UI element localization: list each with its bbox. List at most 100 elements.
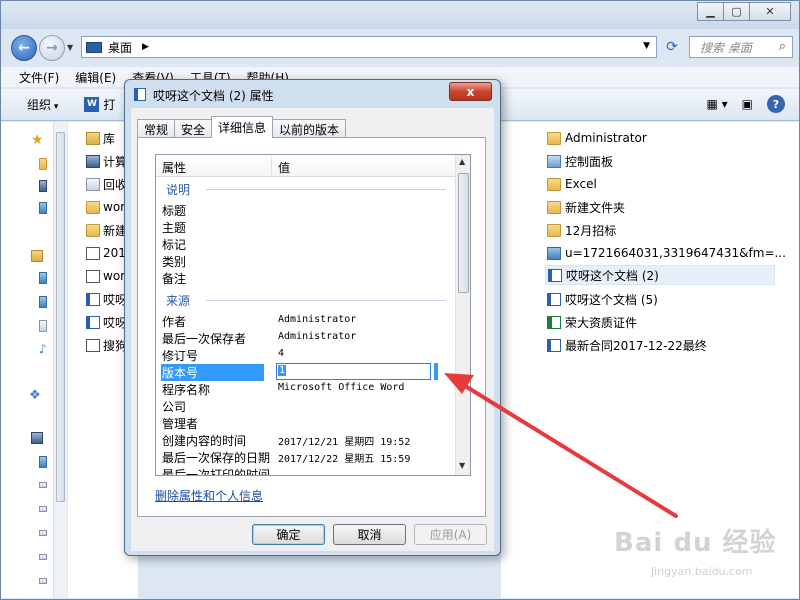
list-item[interactable]: Administrator <box>547 128 647 148</box>
property-row[interactable]: 类别 <box>156 252 455 269</box>
tab-details[interactable]: 详细信息 <box>211 116 274 138</box>
picture-icon[interactable] <box>39 296 47 308</box>
drive-icon[interactable] <box>39 506 47 512</box>
desktop-icon <box>86 41 102 53</box>
cloud-icon[interactable] <box>39 202 47 214</box>
computer-icon[interactable] <box>31 432 43 444</box>
ok-button[interactable]: 确定 <box>252 524 325 545</box>
list-item[interactable]: u=1721664031,3319647431&fm=... <box>547 243 786 263</box>
maximize-button[interactable]: ▢ <box>723 2 750 21</box>
apply-button[interactable]: 应用(A) <box>414 524 487 545</box>
address-dropdown-icon[interactable]: ▼ <box>643 41 650 51</box>
drive-icon[interactable] <box>39 530 47 536</box>
group-origin: 来源 <box>166 292 446 308</box>
drive-icon[interactable] <box>39 554 47 560</box>
version-number-input[interactable]: 1 <box>276 363 431 380</box>
control-panel-icon <box>547 154 561 168</box>
property-row[interactable]: 标记 <box>156 235 455 252</box>
remove-properties-link[interactable]: 删除属性和个人信息 <box>155 487 263 504</box>
open-button[interactable]: 打 <box>103 96 115 113</box>
property-row[interactable]: 程序名称 Microsoft Office Word <box>156 380 455 397</box>
list-item[interactable]: 哎呀这个文档 (5) <box>547 289 658 309</box>
favorites-star-icon[interactable]: ★ <box>31 132 44 148</box>
property-row[interactable]: 最后一次打印的时间 <box>156 465 455 475</box>
column-header-property[interactable]: 属性 <box>162 159 186 176</box>
navigation-pane: ★ ♪ ❖ <box>1 122 67 598</box>
list-item[interactable]: 控制面板 <box>547 151 613 171</box>
word-file-icon <box>86 292 100 306</box>
dialog-close-button[interactable]: x <box>449 82 492 101</box>
arrow-left-icon: ← <box>18 40 30 56</box>
forward-button[interactable]: → <box>39 35 65 61</box>
folder-icon[interactable] <box>39 158 47 170</box>
toolbar-right: ▦ ▾ ▣ ? <box>692 95 785 113</box>
organize-button[interactable]: 组织 <box>27 96 58 113</box>
property-row[interactable]: 创建内容的时间 2017/12/21 星期四 19:52 <box>156 431 455 448</box>
folder-icon <box>86 200 100 214</box>
scrollbar-thumb[interactable] <box>458 173 469 293</box>
list-item-selected[interactable]: 哎呀这个文档 (2) <box>545 265 775 285</box>
library-icon[interactable] <box>31 250 43 262</box>
menu-edit[interactable]: 编辑(E) <box>75 69 116 86</box>
close-window-button[interactable]: ✕ <box>749 2 791 21</box>
word-file-icon <box>547 338 561 352</box>
tab-previous-versions[interactable]: 以前的版本 <box>272 119 347 138</box>
property-row[interactable]: 最后一次保存者 Administrator <box>156 329 455 346</box>
property-list-scrollbar[interactable]: ▲ ▼ <box>455 155 470 475</box>
preview-pane-icon[interactable]: ▣ <box>742 97 753 111</box>
recycle-bin-icon <box>86 177 100 191</box>
refresh-button[interactable]: ⟳ <box>659 36 685 58</box>
list-item[interactable]: Excel <box>547 174 597 194</box>
menu-file[interactable]: 文件(F) <box>19 69 59 86</box>
property-row[interactable]: 备注 <box>156 269 455 286</box>
column-divider[interactable] <box>271 157 272 175</box>
property-row[interactable]: 标题 <box>156 201 455 218</box>
property-row[interactable]: 管理者 <box>156 414 455 431</box>
scroll-down-icon[interactable]: ▼ <box>459 461 465 470</box>
edit-focus-bar <box>434 363 438 380</box>
view-options-icon[interactable]: ▦ ▾ <box>706 97 727 111</box>
minimize-button[interactable]: ▁ <box>697 2 724 21</box>
music-icon[interactable]: ♪ <box>39 342 51 356</box>
drive-icon[interactable] <box>39 456 47 468</box>
list-item[interactable]: 最新合同2017-12-22最终 <box>547 335 707 355</box>
details-panel: 属性 值 说明 标题 主题 标记 类别 备注 来源 作者 Administrato… <box>137 137 486 517</box>
library-icon <box>86 131 100 145</box>
scroll-up-icon[interactable]: ▲ <box>459 157 465 166</box>
column-header-value[interactable]: 值 <box>278 159 290 176</box>
tab-general[interactable]: 常规 <box>137 119 176 138</box>
recent-pages-dropdown[interactable]: ▼ <box>67 43 73 52</box>
address-text: 桌面 <box>108 40 133 55</box>
breadcrumb-arrow-icon[interactable]: ▶ <box>142 42 149 52</box>
drive-icon[interactable] <box>39 482 47 488</box>
back-button[interactable]: ← <box>11 35 37 61</box>
dialog-titlebar: 哎呀这个文档 (2) 属性 x <box>125 80 500 108</box>
help-icon[interactable]: ? <box>767 95 785 113</box>
shortcut-icon <box>86 269 100 283</box>
property-row[interactable]: 公司 <box>156 397 455 414</box>
property-row[interactable]: 作者 Administrator <box>156 312 455 329</box>
list-item[interactable]: 荣大资质证件 <box>547 312 637 332</box>
navigation-scrollbar[interactable] <box>53 122 67 598</box>
list-item[interactable]: 新建文件夹 <box>547 197 625 217</box>
property-row[interactable]: 修订号 4 <box>156 346 455 363</box>
property-row-selected[interactable]: 版本号 1 <box>156 363 455 381</box>
tab-security[interactable]: 安全 <box>174 119 213 138</box>
arrow-right-icon: → <box>46 40 58 56</box>
property-row[interactable]: 最后一次保存的日期 2017/12/22 星期五 15:59 <box>156 448 455 465</box>
address-bar[interactable]: 桌面 ▶ ▼ <box>81 36 657 58</box>
computer-icon[interactable] <box>39 180 47 192</box>
list-item[interactable]: 12月招标 <box>547 220 616 240</box>
property-row[interactable]: 主题 <box>156 218 455 235</box>
image-file-icon <box>547 246 561 260</box>
drive-icon[interactable] <box>39 578 47 584</box>
search-input[interactable]: 搜索 桌面 ⌕ <box>689 36 793 58</box>
cancel-button[interactable]: 取消 <box>333 524 406 545</box>
folder-icon <box>547 223 561 237</box>
excel-file-icon <box>547 315 561 329</box>
video-icon[interactable] <box>39 272 47 284</box>
homegroup-icon[interactable]: ❖ <box>29 388 41 403</box>
document-icon[interactable] <box>39 320 47 332</box>
property-list: 属性 值 说明 标题 主题 标记 类别 备注 来源 作者 Administrato… <box>155 154 471 476</box>
scrollbar-thumb[interactable] <box>56 132 65 502</box>
